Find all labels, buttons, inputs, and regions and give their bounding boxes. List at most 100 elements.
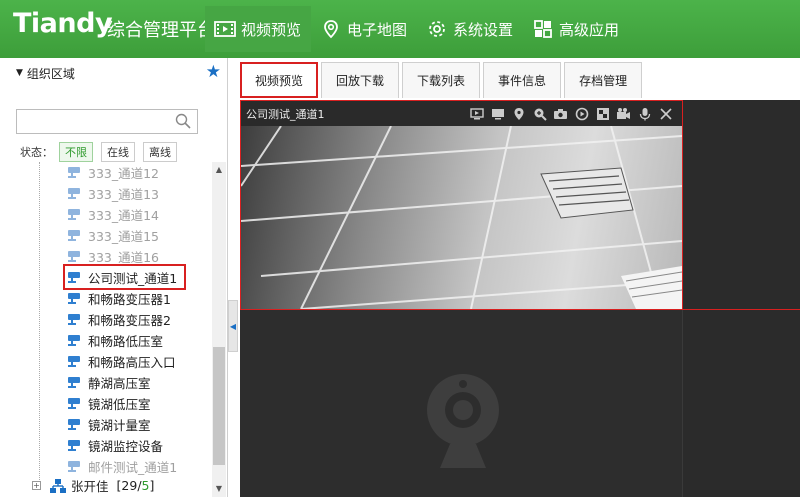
nav-advanced-apps[interactable]: 高级应用 [523, 6, 629, 52]
camera-icon [68, 335, 80, 346]
camera-icon [68, 167, 80, 178]
camera-icon [68, 377, 80, 388]
zoom-in-icon[interactable] [531, 105, 548, 122]
nav-system-settings[interactable]: 系统设置 [417, 6, 523, 52]
ceiling-scene-image [241, 126, 682, 309]
nav-label: 电子地图 [347, 20, 408, 39]
tree-item-channel[interactable]: 邮件测试_通道1 [66, 456, 177, 476]
film-icon [214, 19, 236, 39]
group-name: 张开佳 [71, 479, 109, 494]
device-tree: 333_通道12 333_通道13 333_通道14 333_通道15 333_… [0, 162, 228, 497]
main-nav: 视频预览 电子地图 系统设置 高级应用 [205, 6, 629, 52]
camera-icon [68, 356, 80, 367]
org-area-title: 组织区域 [26, 66, 75, 81]
tree-item-selected-channel[interactable]: 公司测试_通道1 [62, 264, 187, 290]
intercom-icon[interactable] [615, 105, 632, 122]
org-group-icon [50, 478, 66, 493]
camera-icon [68, 398, 80, 409]
tree-item-channel[interactable]: 和畅路低压室 [66, 330, 163, 350]
play-screen-icon[interactable] [468, 105, 485, 122]
camera-icon [68, 293, 80, 304]
tab-archive-management[interactable]: 存档管理 [564, 62, 643, 98]
camera-icon [68, 251, 80, 262]
expand-plus-icon[interactable]: + [32, 481, 41, 490]
nav-e-map[interactable]: 电子地图 [311, 6, 417, 52]
microphone-icon[interactable] [636, 105, 653, 122]
tab-event-info[interactable]: 事件信息 [483, 62, 562, 98]
grid-apps-icon [532, 19, 554, 39]
video-cell-empty[interactable] [240, 310, 683, 497]
tree-item-channel[interactable]: 和畅路高压入口 [66, 351, 176, 371]
monitor-icon[interactable] [489, 105, 506, 122]
org-panel: ▼ 组织区域 ★ 状态： 不限 在线 离线 333_通道12 333_通道13 … [0, 58, 228, 497]
org-area-header[interactable]: ▼ 组织区域 ★ [0, 58, 227, 88]
tree-item-channel[interactable]: 333_通道13 [66, 183, 159, 203]
top-header: Tiandy 综合管理平台 视频预览 电子地图 系统设置 高级应用 [0, 0, 800, 58]
tree-item-channel[interactable]: 333_通道16 [66, 246, 159, 266]
filter-online-button[interactable]: 在线 [101, 142, 135, 162]
tree-item-channel[interactable]: 333_通道15 [66, 225, 159, 245]
star-icon[interactable]: ★ [206, 62, 221, 82]
webcam-placeholder-icon [427, 374, 499, 468]
group-count-close: ] [149, 478, 155, 493]
group-count-total: 5 [141, 478, 150, 493]
video-tool-icons [468, 105, 674, 122]
snapshot-icon[interactable] [552, 105, 569, 122]
search-icon[interactable] [175, 113, 191, 132]
tree-scrollbar[interactable]: ▲ ▼ [212, 162, 226, 497]
scroll-down-arrow-icon[interactable]: ▼ [212, 481, 226, 497]
camera-icon [68, 188, 80, 199]
fullscreen-icon[interactable] [594, 105, 611, 122]
nav-label: 视频预览 [241, 20, 302, 39]
tree-item-channel[interactable]: 和畅路变压器2 [66, 309, 171, 329]
tab-download-list[interactable]: 下载列表 [402, 62, 481, 98]
tree-item-channel[interactable]: 镜湖计量室 [66, 414, 151, 434]
video-cell-toolbar: 公司测试_通道1 [241, 101, 682, 126]
video-grid: 公司测试_通道1 [240, 100, 800, 497]
tree-item-channel[interactable]: 镜湖低压室 [66, 393, 151, 413]
tab-playback-download[interactable]: 回放下载 [321, 62, 400, 98]
tab-video-preview[interactable]: 视频预览 [240, 62, 319, 98]
tree-item-channel[interactable]: 和畅路变压器1 [66, 288, 171, 308]
camera-icon [68, 314, 80, 325]
camera-icon [68, 272, 80, 283]
filter-all-button[interactable]: 不限 [59, 142, 93, 162]
tree-item-user-group[interactable]: + 张开佳 [ 29/5] [32, 476, 154, 495]
scroll-up-arrow-icon[interactable]: ▲ [212, 162, 226, 178]
status-filter: 状态： 不限 在线 离线 [20, 142, 185, 162]
camera-icon [68, 419, 80, 430]
function-tabs: 视频预览 回放下载 下载列表 事件信息 存档管理 [240, 62, 645, 98]
search-input[interactable] [17, 110, 167, 133]
app-title: 综合管理平台 [107, 20, 215, 41]
video-cell-active[interactable]: 公司测试_通道1 [240, 100, 683, 310]
status-label: 状态： [20, 146, 53, 159]
video-cell-empty[interactable] [683, 310, 800, 497]
location-icon[interactable] [510, 105, 527, 122]
tree-item-channel[interactable]: 333_通道14 [66, 204, 159, 224]
tiandy-logo: Tiandy [13, 8, 113, 39]
close-icon[interactable] [657, 105, 674, 122]
collapse-triangle-icon: ▼ [16, 68, 23, 78]
filter-offline-button[interactable]: 离线 [143, 142, 177, 162]
nav-video-preview[interactable]: 视频预览 [205, 6, 312, 52]
video-cell-empty[interactable] [683, 100, 800, 310]
gear-icon [426, 19, 448, 39]
tree-item-channel[interactable]: 镜湖监控设备 [66, 435, 163, 455]
nav-label: 系统设置 [453, 20, 514, 39]
camera-icon [68, 230, 80, 241]
camera-icon [68, 440, 80, 451]
tree-item-channel[interactable]: 333_通道12 [66, 162, 159, 182]
nav-label: 高级应用 [559, 20, 620, 39]
record-icon[interactable] [573, 105, 590, 122]
panel-collapse-handle[interactable]: ◀ [228, 300, 238, 352]
group-count-online: 29 [121, 478, 138, 493]
search-field [16, 109, 198, 134]
camera-icon [68, 461, 80, 472]
tree-item-channel[interactable]: 静湖高压室 [66, 372, 151, 392]
camera-icon [68, 209, 80, 220]
video-cell-title: 公司测试_通道1 [246, 107, 325, 121]
scroll-thumb[interactable] [213, 347, 225, 465]
tree-connector-line [39, 162, 40, 482]
camera-feed-ceiling[interactable] [241, 126, 682, 309]
map-pin-icon [320, 19, 342, 39]
